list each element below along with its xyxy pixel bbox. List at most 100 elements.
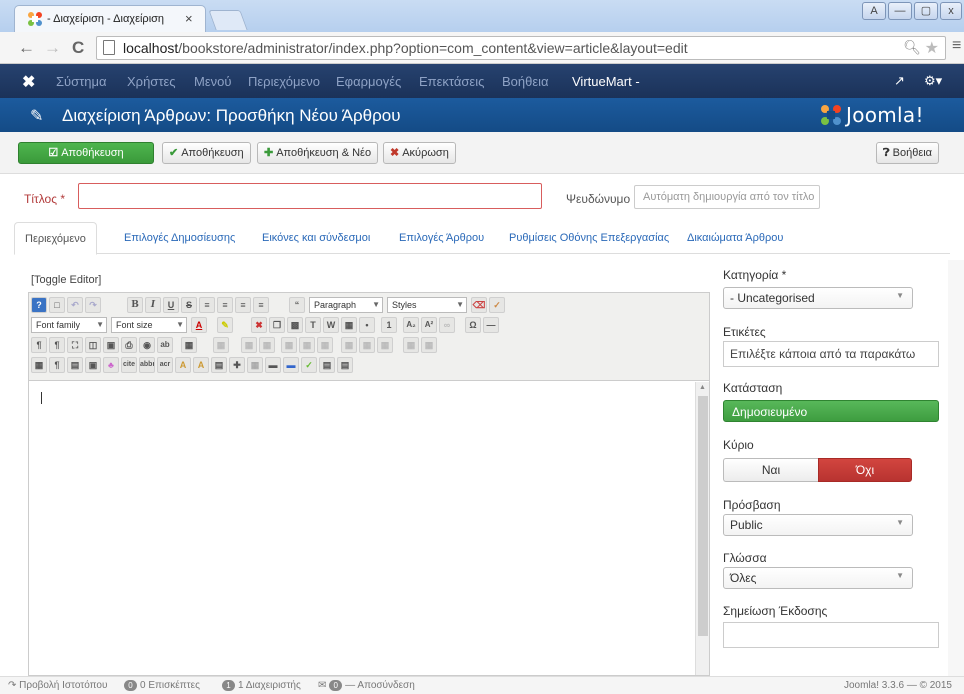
redo-icon[interactable]: ↷ bbox=[85, 297, 101, 313]
tags-input[interactable]: Επιλέξτε κάποια από τα παρακάτω bbox=[723, 341, 939, 367]
align-left-icon[interactable]: ≡ bbox=[199, 297, 215, 313]
gear-icon[interactable]: ⚙▾ bbox=[924, 73, 942, 89]
close-window-button[interactable]: x bbox=[940, 2, 962, 20]
font-size-select[interactable]: Font size ▼ bbox=[111, 317, 187, 333]
absolute-icon[interactable]: ▬ bbox=[283, 357, 299, 373]
browser-menu-icon[interactable]: ≡ bbox=[952, 37, 961, 55]
insert-icon[interactable]: A bbox=[175, 357, 191, 373]
merge-cells-icon[interactable]: ▦ bbox=[421, 337, 437, 353]
align-right-icon[interactable]: ≡ bbox=[235, 297, 251, 313]
tab-publishing[interactable]: Επιλογές Δημοσίευσης bbox=[114, 222, 245, 254]
insert-col-before-icon[interactable]: ▦ bbox=[341, 337, 357, 353]
editor-scrollbar[interactable]: ▲ bbox=[695, 382, 709, 675]
help-button[interactable]: ❓︎ Βοήθεια bbox=[876, 142, 940, 164]
cancel-button[interactable]: ✖ Ακύρωση bbox=[383, 142, 456, 164]
editor-content-area[interactable] bbox=[29, 382, 695, 675]
new-tab-button[interactable] bbox=[208, 10, 248, 30]
delete-col-icon[interactable]: ▦ bbox=[377, 337, 393, 353]
template-icon[interactable]: ▤ bbox=[67, 357, 83, 373]
maximize-button[interactable]: ▢ bbox=[914, 2, 938, 20]
title-input[interactable] bbox=[78, 183, 542, 209]
nav-item-virtuemart[interactable]: VirtueMart - bbox=[572, 74, 640, 89]
nav-item-users[interactable]: Χρήστες bbox=[127, 74, 176, 89]
bookmark-star-icon[interactable]: ★ bbox=[925, 38, 939, 58]
tab-permissions[interactable]: Δικαιώματα Άρθρου bbox=[677, 222, 793, 254]
save-button[interactable]: ☑ Αποθήκευση bbox=[18, 142, 154, 164]
subscript-icon[interactable]: A₂ bbox=[403, 317, 419, 333]
nav-item-menus[interactable]: Μενού bbox=[194, 74, 231, 89]
replace-icon[interactable]: ab bbox=[157, 337, 173, 353]
url-field[interactable]: localhost/bookstore/administrator/index.… bbox=[96, 36, 946, 60]
spellcheck-icon[interactable]: ✓ bbox=[301, 357, 317, 373]
version-note-input[interactable] bbox=[723, 622, 939, 648]
back-arrow-icon[interactable]: ← bbox=[18, 38, 35, 58]
horizontal-rule-icon[interactable]: — bbox=[483, 317, 499, 333]
featured-yes-button[interactable]: Ναι bbox=[723, 458, 818, 482]
forward-arrow-icon[interactable]: → bbox=[44, 38, 61, 58]
cell-props-icon[interactable]: ▦ bbox=[259, 337, 275, 353]
language-select[interactable]: Όλες ▼ bbox=[723, 567, 913, 589]
new-document-icon[interactable]: □ bbox=[49, 297, 65, 313]
category-select[interactable]: - Uncategorised ▼ bbox=[723, 287, 913, 309]
cite-icon[interactable]: cite bbox=[121, 357, 137, 373]
tab-images-links[interactable]: Εικόνες και σύνδεσμοι bbox=[252, 222, 380, 254]
print-icon[interactable]: ⎙ bbox=[121, 337, 137, 353]
undo-icon[interactable]: ↶ bbox=[67, 297, 83, 313]
table-props-icon[interactable]: ▦ bbox=[213, 337, 229, 353]
superscript-icon[interactable]: A² bbox=[421, 317, 437, 333]
delete-row-icon[interactable]: ▦ bbox=[317, 337, 333, 353]
nonbreaking-icon[interactable]: ▤ bbox=[337, 357, 353, 373]
delete-icon[interactable]: A bbox=[193, 357, 209, 373]
help-icon[interactable]: ? bbox=[31, 297, 47, 313]
nav-item-extensions[interactable]: Επεκτάσεις bbox=[419, 74, 484, 89]
logout-link[interactable]: ✉ 0— Αποσύνδεση bbox=[318, 680, 415, 691]
insert-col-after-icon[interactable]: ▦ bbox=[359, 337, 375, 353]
row-props-icon[interactable]: ▦ bbox=[241, 337, 257, 353]
preview-site-link[interactable]: ↷ Προβολή Ιστοτόπου bbox=[8, 680, 107, 691]
eraser-icon[interactable]: ⌫ bbox=[471, 297, 487, 313]
find-icon[interactable]: ◉ bbox=[139, 337, 155, 353]
cleanup-icon[interactable]: ✓ bbox=[489, 297, 505, 313]
select-all-icon[interactable]: ▦ bbox=[341, 317, 357, 333]
special-char-icon[interactable]: Ω bbox=[465, 317, 481, 333]
media-icon[interactable]: ▣ bbox=[103, 337, 119, 353]
nav-item-components[interactable]: Εφαρμογές bbox=[336, 74, 401, 89]
underline-icon[interactable]: U bbox=[163, 297, 179, 313]
text-color-icon[interactable]: A bbox=[191, 317, 207, 333]
attributes-icon[interactable]: ▤ bbox=[211, 357, 227, 373]
format-select[interactable]: Paragraph ▼ bbox=[309, 297, 383, 313]
acronym-icon[interactable]: acr bbox=[157, 357, 173, 373]
align-center-icon[interactable]: ≡ bbox=[217, 297, 233, 313]
italic-icon[interactable]: I bbox=[145, 297, 161, 313]
minimize-button[interactable]: — bbox=[888, 2, 912, 20]
paste-word-icon[interactable]: W bbox=[323, 317, 339, 333]
save-close-button[interactable]: ✔ Αποθήκευση bbox=[162, 142, 251, 164]
highlight-icon[interactable]: ✎ bbox=[217, 317, 233, 333]
close-tab-icon[interactable]: × bbox=[185, 11, 193, 26]
save-new-button[interactable]: ✚ Αποθήκευση & Νέο bbox=[257, 142, 379, 164]
blockquote-icon[interactable]: “ bbox=[289, 297, 305, 313]
reload-icon[interactable]: C bbox=[72, 38, 84, 58]
page-scrollbar[interactable] bbox=[948, 260, 964, 676]
toggle-editor-link[interactable]: [Toggle Editor] bbox=[31, 274, 101, 286]
tab-content[interactable]: Περιεχόμενο bbox=[14, 222, 97, 255]
paste-icon[interactable]: ▩ bbox=[287, 317, 303, 333]
zoom-icon[interactable]: 🔍︎ bbox=[903, 39, 921, 56]
insert-row-after-icon[interactable]: ▦ bbox=[299, 337, 315, 353]
access-select[interactable]: Public ▼ bbox=[723, 514, 913, 536]
pagebreak-icon[interactable]: ▤ bbox=[319, 357, 335, 373]
scroll-thumb[interactable] bbox=[698, 396, 708, 636]
image-icon[interactable]: ▣ bbox=[85, 357, 101, 373]
show-blocks-icon[interactable]: ¶ bbox=[49, 357, 65, 373]
bold-icon[interactable]: B bbox=[127, 297, 143, 313]
insert-row-before-icon[interactable]: ▦ bbox=[281, 337, 297, 353]
browser-tab[interactable]: - Διαχείριση - Διαχείριση × bbox=[14, 5, 206, 32]
align-justify-icon[interactable]: ≡ bbox=[253, 297, 269, 313]
alias-input[interactable]: Αυτόματη δημιουργία από τον τίτλο bbox=[634, 185, 820, 209]
paste-text-icon[interactable]: T bbox=[305, 317, 321, 333]
styles-props-icon[interactable]: ♣ bbox=[103, 357, 119, 373]
nav-item-system[interactable]: Σύστημα bbox=[56, 74, 107, 89]
scroll-up-icon[interactable]: ▲ bbox=[699, 384, 706, 391]
status-select[interactable]: Δημοσιευμένο bbox=[723, 400, 939, 422]
profile-button[interactable]: A bbox=[862, 2, 886, 20]
